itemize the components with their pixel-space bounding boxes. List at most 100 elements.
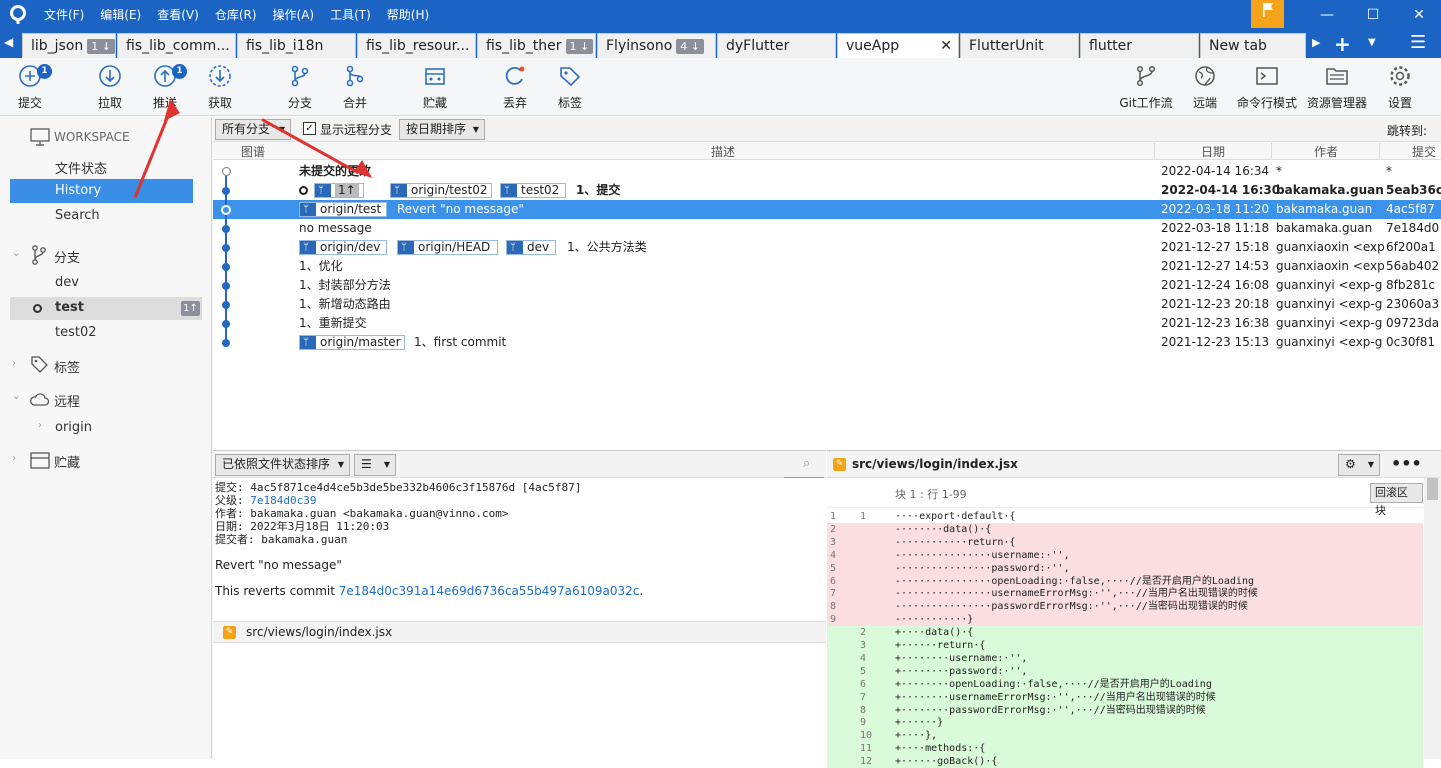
commit-graph-line [225, 176, 227, 344]
chevron-right-icon[interactable]: › [12, 358, 16, 369]
menu-actions[interactable]: 操作(A) [273, 0, 315, 31]
parent-hash-link[interactable]: 7e184d0c39 [250, 494, 316, 507]
branch-tag[interactable]: ᛘtest 1↑ [314, 183, 364, 198]
diff-line-text: -···············username:·'', [895, 549, 1070, 561]
chevron-right-icon[interactable]: › [38, 420, 42, 431]
add-tab-icon[interactable]: + [1334, 32, 1351, 56]
tag-button[interactable]: 标签 [540, 62, 600, 114]
menu-tools[interactable]: 工具(T) [330, 0, 371, 31]
terminal-button[interactable]: 命令行模式 [1237, 62, 1297, 114]
chevron-down-icon[interactable]: ⌄ [12, 248, 20, 259]
tab-fis-lib-resour[interactable]: fis_lib_resour... [357, 33, 476, 58]
branch-tag[interactable]: ᛘ origin/HEAD [397, 240, 498, 255]
commit-row[interactable]: 1、优化 2021-12-27 14:53 guanxiaoxin <exp 5… [213, 257, 1441, 276]
commit-details: 提交: 4ac5f871ce4d4ce5b3de5be332b4606c3f15… [215, 481, 823, 598]
commit-row[interactable]: 1、重新提交 2021-12-23 16:38 guanxinyi <exp-g… [213, 314, 1441, 333]
flag-icon[interactable] [1251, 0, 1284, 28]
minimize-icon[interactable]: — [1304, 0, 1350, 31]
diff-scrollbar[interactable] [1424, 478, 1441, 759]
diff-options-dropdown[interactable]: ⚙ ▼ [1338, 454, 1380, 476]
branches-header[interactable]: 分支 [54, 247, 80, 266]
close-tab-icon[interactable]: ✕ [940, 34, 952, 58]
col-author[interactable]: 作者 [1271, 143, 1338, 160]
changed-file-item[interactable]: ✎ src/views/login/index.jsx [213, 621, 826, 643]
tab-dyflutter[interactable]: dyFlutter [717, 33, 836, 58]
search-icon[interactable]: ⌕ [803, 456, 810, 471]
col-graph[interactable]: 图谱 [241, 143, 265, 160]
sidebar-branch-test02[interactable]: test02 [55, 325, 97, 340]
commit-row[interactable]: no message 2022-03-18 11:18 bakamaka.gua… [213, 219, 1441, 238]
remote-button[interactable]: 远端 [1175, 62, 1235, 114]
branch-tag[interactable]: ᛘ origin/test [299, 202, 387, 217]
col-date[interactable]: 日期 [1154, 143, 1225, 160]
branch-tag[interactable]: ᛘ origin/dev [299, 240, 387, 255]
diff-line-text: -···········return·{ [895, 536, 1016, 548]
menu-edit[interactable]: 编辑(E) [100, 0, 141, 31]
commit-row[interactable]: 未提交的更改 2022-04-14 16:34 * * [213, 162, 1441, 181]
tab-fis-lib-comm[interactable]: fis_lib_comm... [117, 33, 236, 58]
stash-button[interactable]: 贮藏 [405, 62, 465, 114]
tab-list-chevron-icon[interactable]: ▼ [1368, 37, 1376, 48]
pull-button[interactable]: 拉取 [80, 62, 140, 114]
chevron-down-icon[interactable]: ⌄ [12, 391, 20, 402]
tab-lib-json[interactable]: lib_json 1 ↓ [22, 33, 116, 58]
scroll-right-icon[interactable]: ▶ [1312, 36, 1320, 49]
more-options-icon[interactable]: ••• [1391, 454, 1422, 473]
commit-row[interactable]: 1、封装部分方法 2021-12-24 16:08 guanxinyi <exp… [213, 276, 1441, 295]
show-remote-checkbox[interactable]: ✓ [303, 122, 316, 135]
commit-row[interactable]: ᛘ origin/dev ᛘ origin/HEAD ᛘ dev 1、公共方法类 20… [213, 238, 1441, 257]
sidebar-branch-dev[interactable]: dev [55, 275, 79, 290]
chevron-right-icon[interactable]: › [12, 453, 16, 464]
settings-button[interactable]: 设置 [1370, 62, 1430, 114]
branch-tag[interactable]: ᛘ origin/master [299, 335, 405, 350]
hamburger-menu-icon[interactable]: ☰ [1410, 32, 1426, 53]
menu-help[interactable]: 帮助(H) [387, 0, 429, 31]
sidebar-item-search[interactable]: Search [55, 208, 100, 223]
sidebar-remote-origin[interactable]: origin [55, 420, 92, 435]
col-commit[interactable]: 提交 [1379, 143, 1436, 160]
file-sort-dropdown[interactable]: 已依照文件状态排序 ▼ [215, 454, 350, 476]
tab-flutter[interactable]: flutter [1080, 33, 1199, 58]
branch-tag[interactable]: ᛘ test02 [500, 183, 566, 198]
view-mode-dropdown[interactable]: ☰ ▼ [354, 454, 396, 476]
menu-view[interactable]: 查看(V) [157, 0, 199, 31]
commit-row-selected[interactable]: ᛘ origin/test Revert "no message" 2022-03… [213, 200, 1441, 219]
menu-repository[interactable]: 仓库(R) [215, 0, 257, 31]
col-description[interactable]: 描述 [711, 143, 735, 160]
diff-line: 8 +········passwordErrorMsg:·'',···//当密码出… [827, 703, 1423, 717]
maximize-icon[interactable]: ☐ [1350, 0, 1396, 31]
stash-box-icon [30, 452, 50, 469]
commit-button[interactable]: 1 提交 [0, 62, 60, 114]
close-window-icon[interactable]: ✕ [1396, 0, 1441, 31]
fetch-button[interactable]: 获取 [190, 62, 250, 114]
tab-new-tab[interactable]: New tab [1200, 33, 1306, 58]
reverts-hash-link[interactable]: 7e184d0c391a14e69d6736ca55b497a6109a032c [339, 584, 640, 598]
sidebar-item-file-status[interactable]: 文件状态 [55, 158, 107, 177]
sidebar-item-history[interactable] [10, 179, 193, 203]
commit-row[interactable]: 1、新增动态路由 2021-12-23 20:18 guanxinyi <exp… [213, 295, 1441, 314]
stashes-header[interactable]: 贮藏 [54, 452, 80, 471]
branch-button[interactable]: 分支 [270, 62, 330, 114]
jump-to-label: 跳转到: [1387, 124, 1428, 138]
tab-vueapp[interactable]: vueApp ✕ [837, 33, 959, 58]
menu-file[interactable]: 文件(F) [44, 0, 84, 31]
remotes-header[interactable]: 远程 [54, 391, 80, 410]
sort-order-dropdown[interactable]: 按日期排序 ▼ [399, 119, 485, 140]
annotation-arrowhead [164, 99, 180, 121]
gitflow-button[interactable]: Git工作流 [1116, 62, 1176, 114]
modified-file-icon: ✎ [223, 626, 236, 639]
discard-button[interactable]: 丢弃 [485, 62, 545, 114]
scroll-left-icon[interactable]: ◀ [4, 35, 13, 49]
tab-fis-lib-i18n[interactable]: fis_lib_i18n [237, 33, 356, 58]
discard-hunk-button[interactable]: 回滚区块 [1370, 483, 1423, 517]
tab-flyinsono[interactable]: Flyinsono 4 ↓ [597, 33, 716, 58]
merge-button[interactable]: 合并 [325, 62, 385, 114]
tags-header[interactable]: 标签 [54, 357, 80, 376]
branch-tag[interactable]: ᛘ origin/test02 [390, 183, 492, 198]
commit-row[interactable]: ᛘtest 1↑ ᛘorigin/test02 ᛘtest02 1、提交 202… [213, 181, 1441, 200]
commit-row[interactable]: ᛘ origin/master 1、first commit 2021-12-23… [213, 333, 1441, 352]
tab-fis-lib-ther[interactable]: fis_lib_ther 1 ↓ [477, 33, 596, 58]
explorer-button[interactable]: 资源管理器 [1307, 62, 1367, 114]
branch-tag[interactable]: ᛘ dev [506, 240, 556, 255]
tab-flutterunit[interactable]: FlutterUnit [960, 33, 1079, 58]
